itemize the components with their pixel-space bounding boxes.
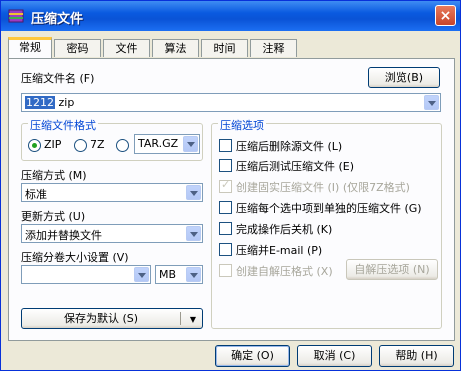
update-value: 添加并替换文件 [25, 229, 102, 242]
split-size-input[interactable] [21, 265, 151, 284]
options-group: 压缩选项 压缩后删除源文件 (L) 压缩后测试压缩文件 (E) 创建固实压缩文件… [211, 117, 442, 329]
split-unit-value: MB [159, 268, 177, 281]
archive-name-input[interactable]: 1212 zip [21, 93, 441, 112]
shutdown-label: 完成操作后关机 (K) [236, 223, 333, 236]
tab-algorithm[interactable]: 算法 [152, 39, 199, 57]
sfx-checkbox [219, 264, 232, 277]
format-7z-radio[interactable] [74, 139, 87, 152]
test-archive-label: 压缩后测试压缩文件 (E) [236, 160, 355, 173]
method-select[interactable]: 标准 [21, 183, 203, 202]
split-divider [180, 312, 181, 325]
delete-source-checkbox[interactable] [219, 139, 232, 152]
email-label: 压缩并E-mail (P) [236, 244, 323, 257]
tab-general[interactable]: 常规 [8, 37, 52, 58]
format-zip-radio[interactable] [28, 139, 41, 152]
chevron-down-icon[interactable] [424, 95, 439, 110]
format-tar-radio[interactable] [116, 139, 129, 152]
update-label: 更新方式 (U) [21, 210, 86, 223]
save-default-button[interactable]: 保存为默认 (S) ▼ [21, 308, 203, 329]
chevron-down-icon[interactable] [186, 185, 201, 200]
dialog-window: 压缩文件 × 常规 密码 文件 算法 时间 注释 压缩文件名 (F) 浏览(B)… [0, 0, 461, 371]
method-value: 标准 [25, 188, 47, 201]
browse-button[interactable]: 浏览(B) [368, 67, 440, 88]
tar-format-select[interactable]: TAR.GZ [134, 134, 200, 154]
archive-app-icon [8, 9, 24, 23]
format-group-title: 压缩文件格式 [28, 117, 98, 133]
test-archive-checkbox[interactable] [219, 159, 232, 172]
tar-format-value: TAR.GZ [138, 137, 179, 150]
save-default-label: 保存为默认 (S) [63, 312, 139, 325]
close-button[interactable]: × [435, 5, 456, 26]
tab-time[interactable]: 时间 [201, 39, 248, 57]
help-button[interactable]: 帮助 (H) [379, 345, 454, 367]
separate-archives-checkbox[interactable] [219, 201, 232, 214]
title-bar[interactable]: 压缩文件 × [1, 1, 460, 31]
format-zip-label: ZIP [44, 138, 62, 151]
window-title: 压缩文件 [31, 12, 84, 27]
chevron-down-icon[interactable] [186, 267, 201, 282]
archive-name-label: 压缩文件名 (F) [21, 72, 95, 85]
tab-password[interactable]: 密码 [54, 39, 101, 57]
update-select[interactable]: 添加并替换文件 [21, 224, 203, 243]
sfx-options-button: 自解压选项 (N) [346, 259, 438, 280]
format-7z-label: 7Z [90, 138, 105, 151]
solid-archive-checkbox [219, 178, 232, 193]
email-checkbox[interactable] [219, 243, 232, 256]
shutdown-checkbox[interactable] [219, 222, 232, 235]
separate-archives-label: 压缩每个选中项到单独的压缩文件 (G) [236, 202, 422, 215]
options-group-title: 压缩选项 [218, 117, 266, 133]
cancel-button[interactable]: 取消 (C) [297, 345, 372, 367]
general-tab-panel: 压缩文件名 (F) 浏览(B) 1212 zip 压缩文件格式 ZIP 7Z T… [8, 58, 455, 341]
delete-source-label: 压缩后删除源文件 (L) [236, 140, 343, 153]
ok-button[interactable]: 确定 (O) [215, 345, 290, 367]
tab-files[interactable]: 文件 [103, 39, 150, 57]
tab-comment[interactable]: 注释 [250, 39, 297, 57]
split-unit-select[interactable]: MB [155, 265, 203, 284]
method-label: 压缩方式 (M) [21, 169, 87, 182]
solid-archive-label: 创建固实压缩文件 (I) (仅限7Z格式) [236, 181, 410, 194]
archive-name-rest-text: zip [55, 96, 75, 109]
format-group: 压缩文件格式 ZIP 7Z TAR.GZ [21, 117, 203, 161]
chevron-down-icon[interactable] [183, 136, 198, 152]
split-label: 压缩分卷大小设置 (V) [21, 251, 129, 264]
archive-name-selected-text: 1212 [25, 96, 55, 109]
sfx-label: 创建自解压格式 (X) [236, 265, 333, 278]
chevron-down-icon[interactable]: ▼ [190, 310, 196, 329]
chevron-down-icon[interactable] [134, 267, 149, 282]
chevron-down-icon[interactable] [186, 226, 201, 241]
